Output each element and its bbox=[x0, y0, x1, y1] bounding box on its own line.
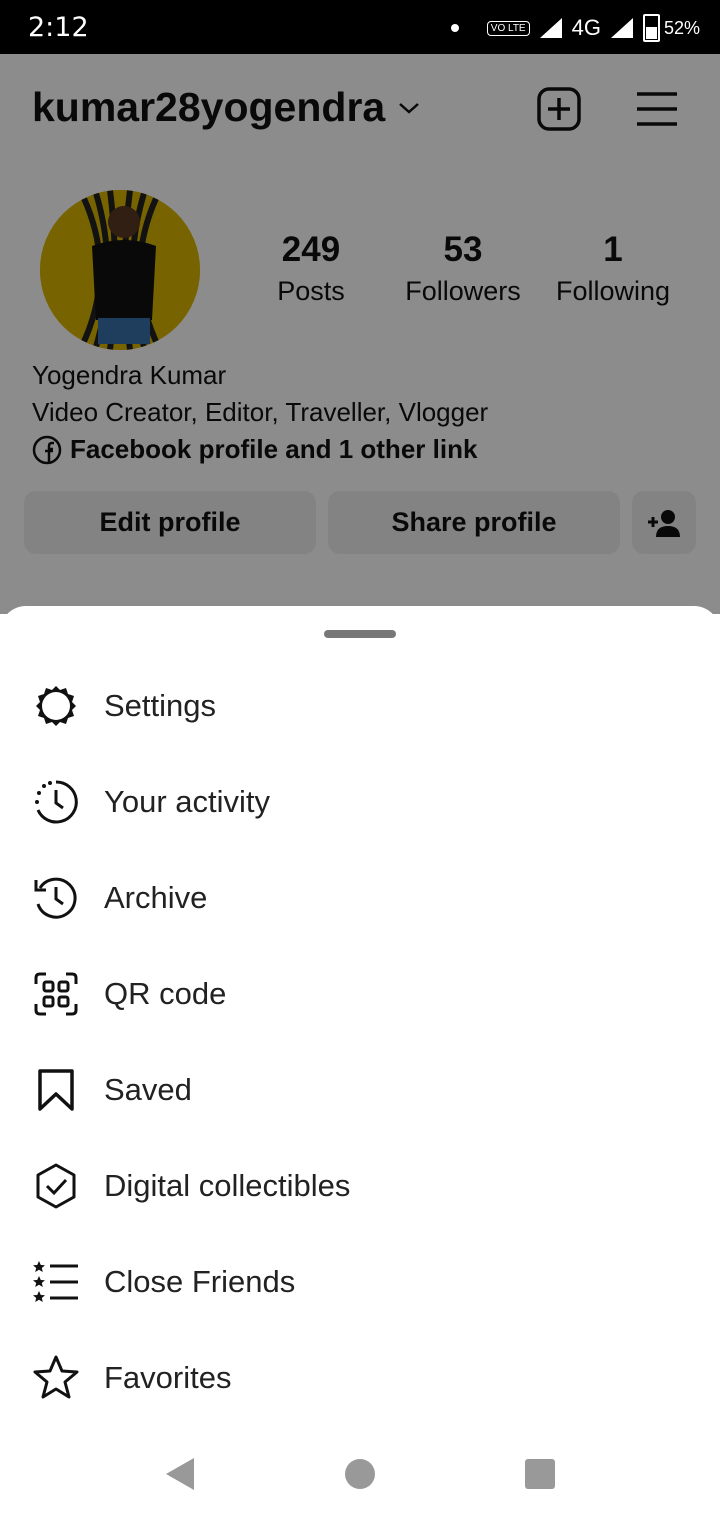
menu-label: Settings bbox=[104, 688, 217, 723]
activity-clock-icon bbox=[35, 780, 78, 824]
menu-label: Favorites bbox=[104, 1360, 232, 1395]
star-icon bbox=[33, 1355, 79, 1399]
qr-code-icon bbox=[34, 972, 78, 1016]
battery-percent: 52% bbox=[663, 17, 700, 38]
volte-icon: VO LTE bbox=[486, 20, 530, 36]
menu-label: QR code bbox=[104, 976, 227, 1011]
bookmark-icon bbox=[38, 1069, 74, 1111]
menu-item-qr-code[interactable]: QR code bbox=[0, 946, 720, 1042]
menu-item-archive[interactable]: Archive bbox=[0, 850, 720, 946]
signal-2-icon bbox=[610, 18, 633, 38]
bottom-sheet-menu: Settings Your activity Archive QR code S… bbox=[0, 606, 720, 1520]
system-navigation-bar bbox=[0, 1424, 720, 1520]
menu-label: Saved bbox=[104, 1072, 192, 1107]
home-icon[interactable] bbox=[340, 1454, 380, 1494]
battery-icon bbox=[642, 14, 660, 42]
star-list-icon bbox=[33, 1261, 78, 1302]
menu-item-your-activity[interactable]: Your activity bbox=[0, 754, 720, 850]
archive-history-icon bbox=[34, 877, 77, 919]
status-icons: VO LTE 4G 52% bbox=[450, 10, 700, 46]
menu-item-saved[interactable]: Saved bbox=[0, 1042, 720, 1138]
menu-item-settings[interactable]: Settings bbox=[0, 658, 720, 754]
status-bar: 2:12 VO LTE 4G 52% bbox=[0, 0, 720, 54]
recents-icon[interactable] bbox=[520, 1454, 560, 1494]
check-hexagon-icon bbox=[36, 1163, 76, 1209]
status-time: 2:12 bbox=[28, 12, 89, 43]
settings-gear-icon bbox=[36, 686, 76, 726]
network-type: 4G bbox=[571, 15, 601, 40]
dim-overlay[interactable] bbox=[0, 54, 720, 614]
menu-item-favorites[interactable]: Favorites bbox=[0, 1330, 720, 1426]
back-icon[interactable] bbox=[160, 1454, 200, 1494]
menu-item-digital-collectibles[interactable]: Digital collectibles bbox=[0, 1138, 720, 1234]
battery: 52% bbox=[642, 14, 700, 42]
sheet-handle[interactable] bbox=[324, 630, 396, 638]
menu-item-close-friends[interactable]: Close Friends bbox=[0, 1234, 720, 1330]
notification-dot-icon bbox=[450, 24, 459, 32]
menu-label: Archive bbox=[104, 880, 208, 915]
menu-label: Your activity bbox=[104, 784, 270, 819]
menu-label: Digital collectibles bbox=[104, 1168, 351, 1203]
menu-label: Close Friends bbox=[104, 1264, 296, 1299]
signal-1-icon bbox=[539, 18, 562, 38]
